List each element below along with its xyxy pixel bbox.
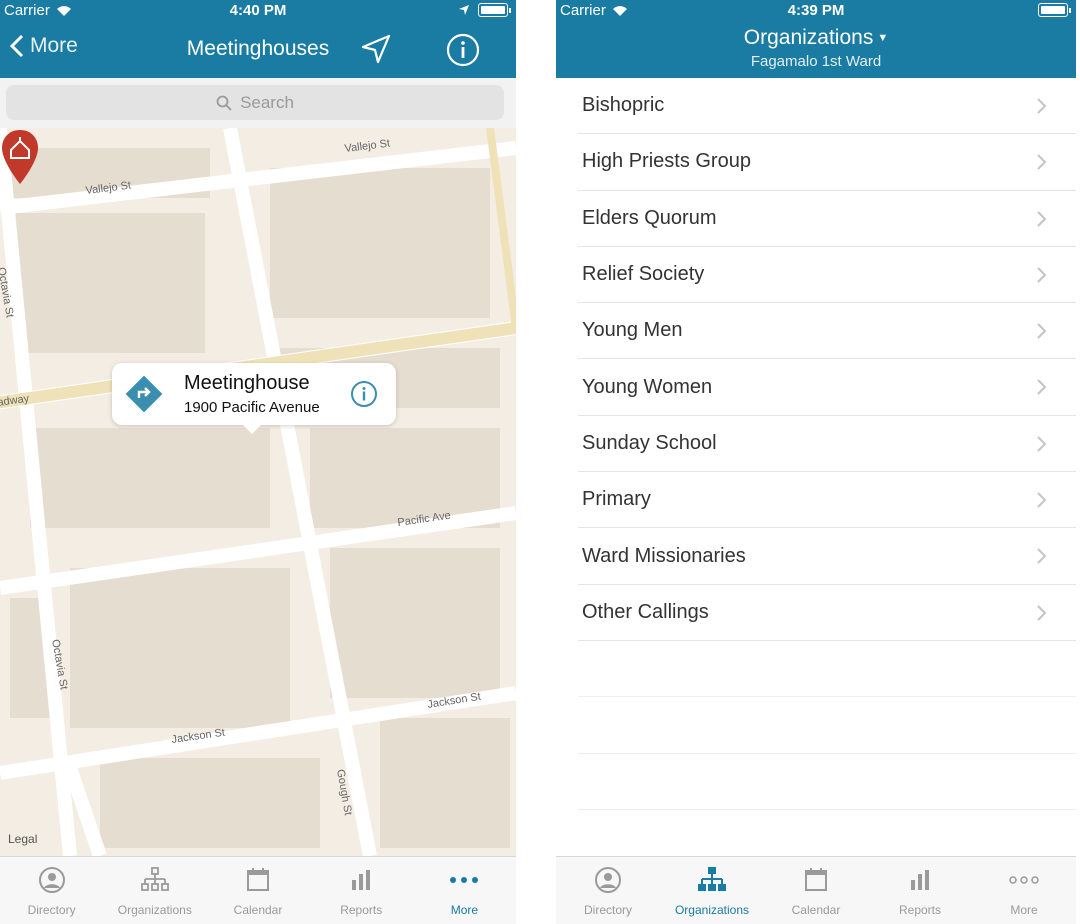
more-dots-icon [1009,876,1039,884]
tab-calendar[interactable]: Calendar [206,857,309,924]
page-title: Organizations [743,26,874,49]
tab-label: More [1010,903,1038,917]
meetinghouses-screen: Carrier 4:40 PM More Meetinghouses Searc… [0,0,516,924]
tab-bar: Directory Organizations Calendar Reports… [0,856,516,924]
tab-organizations[interactable]: Organizations [103,857,206,924]
tab-directory[interactable]: Directory [556,857,660,924]
list-item-label: Elders Quorum [582,206,717,229]
list-item[interactable]: Young Women [578,359,1076,416]
directory-icon [38,867,65,893]
status-bar: Carrier 4:40 PM [0,0,516,22]
chevron-right-icon [1037,436,1047,452]
list-item-label: Relief Society [582,263,705,286]
locate-me-icon[interactable] [360,33,392,65]
chevron-right-icon [1037,492,1047,508]
list-item-label: Ward Missionaries [582,544,746,567]
tab-more[interactable]: More [972,857,1076,924]
tab-label: More [450,903,479,917]
search-icon [216,95,232,111]
chevron-right-icon [1037,604,1047,621]
list-item-label: Young Men [582,319,683,342]
battery-icon [478,3,511,17]
tab-label: Directory [583,903,632,917]
list-item-label: Sunday School [582,431,717,454]
chevron-right-icon [1037,210,1047,227]
chevron-right-icon [1037,379,1047,396]
empty-row [578,641,1076,698]
empty-row [578,697,1076,754]
org-chart-icon [140,867,169,891]
list-item[interactable]: Bishopric [578,78,1076,135]
map-view[interactable]: Vallejo St Vallejo St Octavia St adway P… [0,128,516,856]
meetinghouse-pin-icon[interactable] [0,128,40,186]
info-icon[interactable] [350,380,378,408]
callout-address: 1900 Pacific Avenue [184,399,320,416]
tab-organizations[interactable]: Organizations [660,857,764,924]
list-item[interactable]: Sunday School [578,416,1076,473]
list-item-label: Bishopric [582,94,665,117]
chevron-right-icon [1037,98,1047,114]
organizations-list: Bishopric High Priests Group Elders Quor… [556,78,1076,810]
screen-divider [516,0,556,924]
chevron-right-icon [1037,267,1047,283]
tab-bar: Directory Organizations Calendar Reports… [556,856,1076,924]
caret-down-icon: ▼ [877,32,889,44]
callout-title: Meetinghouse [184,372,310,394]
organization-selector[interactable]: Organizations ▼ [556,26,1076,50]
directions-icon[interactable] [124,374,164,414]
map-canvas[interactable]: Vallejo St Vallejo St Octavia St adway P… [0,128,516,856]
tab-directory[interactable]: Directory [0,857,103,924]
tab-label: Organizations [117,903,192,917]
chevron-right-icon [1037,154,1047,171]
tab-calendar[interactable]: Calendar [764,857,868,924]
tab-reports[interactable]: Reports [868,857,972,924]
list-item-label: Young Women [582,375,713,398]
legal-link[interactable]: Legal [8,832,37,846]
navigation-bar: Carrier 4:40 PM More Meetinghouses [0,0,516,78]
info-icon[interactable] [446,33,480,67]
list-item-label: High Priests Group [582,150,751,173]
tab-more[interactable]: More [413,857,516,924]
tab-reports[interactable]: Reports [310,857,413,924]
list-item[interactable]: Elders Quorum [578,191,1076,247]
status-time: 4:39 PM [787,2,845,19]
tab-label: Calendar [791,903,841,917]
list-item-label: Primary [582,488,651,511]
list-item[interactable]: High Priests Group [578,134,1076,191]
list-item[interactable]: Primary [578,472,1076,529]
list-item[interactable]: Ward Missionaries [578,528,1076,585]
more-dots-icon [450,877,479,883]
search-input[interactable]: Search [6,85,504,120]
tab-label: Organizations [674,903,750,917]
page-title: Meetinghouses [186,37,330,60]
status-time: 4:40 PM [229,2,287,19]
list-item-label: Other Callings [582,600,709,623]
chevron-right-icon [1037,548,1047,565]
bar-chart-icon [911,870,929,890]
search-placeholder: Search [240,92,294,112]
list-item[interactable]: Other Callings [578,585,1076,641]
calendar-icon [805,868,827,891]
list-item[interactable]: Relief Society [578,247,1076,304]
tab-label: Calendar [233,903,283,917]
location-callout[interactable]: Meetinghouse 1900 Pacific Avenue [112,363,396,434]
directory-icon [595,867,621,893]
tab-label: Directory [27,903,76,917]
org-chart-icon [698,867,726,891]
search-bar: Search [0,78,516,128]
chevron-right-icon [1037,323,1047,339]
status-bar: Carrier 4:39 PM [556,0,1076,22]
battery-icon [1038,3,1071,17]
tab-label: Reports [898,903,942,917]
tab-label: Reports [340,903,383,917]
location-arrow-icon [459,5,469,15]
empty-row [578,754,1076,810]
navigation-bar: Carrier 4:39 PM Organizations ▼ Fagamalo … [556,0,1076,78]
calendar-icon [247,868,269,891]
organizations-screen: Carrier 4:39 PM Organizations ▼ Fagamalo … [556,0,1076,924]
bar-chart-icon [352,870,371,890]
ward-subtitle: Fagamalo 1st Ward [750,53,882,70]
list-item[interactable]: Young Men [578,303,1076,360]
